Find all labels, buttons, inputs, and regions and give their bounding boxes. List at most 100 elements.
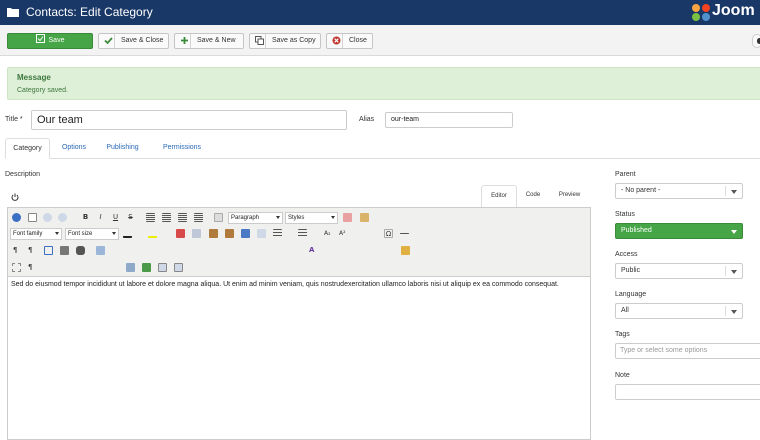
select-divider (725, 186, 726, 196)
page-title: Contacts: Edit Category (26, 5, 153, 19)
note-label: Note (615, 372, 630, 379)
fullscreen-icon[interactable] (44, 246, 53, 255)
alias-label: Alias (359, 116, 375, 123)
success-message: Message Category saved. (7, 67, 760, 100)
format-select-value: Paragraph (231, 215, 260, 221)
tab-publishing[interactable]: Publishing (99, 138, 146, 159)
save-new-label: Save & New (197, 37, 236, 44)
close-label: Close (349, 37, 367, 44)
message-text: Category saved. (17, 87, 68, 94)
chevron-down-icon (55, 232, 59, 235)
template-icon[interactable] (401, 246, 410, 255)
redo-icon[interactable] (58, 213, 67, 222)
underline-icon[interactable]: U (111, 213, 120, 222)
insert-image-icon[interactable] (126, 263, 135, 272)
text-color-icon[interactable] (123, 229, 132, 238)
clean-up-icon[interactable] (360, 213, 369, 222)
options-button[interactable] (752, 34, 760, 48)
media-icon[interactable] (158, 263, 167, 272)
header-bar: Contacts: Edit Category Joom (0, 0, 760, 25)
show-blocks-icon[interactable]: ¶ (28, 263, 37, 272)
align-justify-icon[interactable] (194, 213, 203, 222)
font-size-select[interactable]: Font size (65, 228, 119, 240)
tab-code[interactable]: Code (517, 185, 549, 207)
save-copy-label: Save as Copy (272, 37, 316, 44)
chevron-down-icon (731, 270, 737, 274)
paste-icon[interactable] (209, 229, 218, 238)
title-label: Title * (5, 116, 23, 123)
font-family-select[interactable]: Font family (10, 228, 62, 240)
paste-text-icon[interactable] (225, 229, 234, 238)
horizontal-rule-icon[interactable] (400, 233, 409, 234)
select-divider (725, 306, 726, 316)
tags-label: Tags (615, 331, 630, 338)
tab-category[interactable]: Category (5, 138, 50, 159)
help-icon[interactable] (12, 213, 21, 222)
copy-text-icon[interactable] (192, 229, 201, 238)
chevron-down-icon (331, 216, 335, 219)
highlight-color-icon[interactable] (148, 229, 157, 238)
close-button[interactable]: Close (326, 33, 373, 49)
access-select[interactable]: Public (615, 263, 743, 279)
styles-select[interactable]: Styles (285, 212, 338, 224)
button-separator (342, 34, 343, 48)
undo-icon[interactable] (43, 213, 52, 222)
ltr-icon[interactable]: ¶ (13, 246, 22, 255)
save-copy-button[interactable]: Save as Copy (249, 33, 321, 49)
editor-content[interactable]: Sed do eiusmod tempor incididunt ut labo… (11, 280, 586, 289)
power-icon[interactable] (11, 193, 19, 201)
print-icon[interactable] (60, 246, 69, 255)
visual-aid-icon[interactable] (12, 263, 21, 272)
strikethrough-icon[interactable]: S (126, 213, 135, 222)
table-icon[interactable] (96, 246, 105, 255)
search-replace-icon[interactable] (257, 229, 266, 238)
title-input[interactable]: Our team (31, 110, 347, 130)
superscript-icon[interactable]: A² (339, 229, 348, 238)
parent-select[interactable]: - No parent - (615, 183, 743, 199)
eraser-icon[interactable] (343, 213, 352, 222)
char-map-icon[interactable]: Ω (384, 229, 393, 238)
chevron-down-icon (276, 216, 280, 219)
save-close-button[interactable]: Save & Close (98, 33, 169, 49)
tab-options[interactable]: Options (55, 138, 93, 159)
code-sample-icon[interactable] (174, 263, 183, 272)
description-label: Description (5, 171, 41, 178)
paste-word-icon[interactable] (241, 229, 250, 238)
note-input[interactable] (615, 384, 760, 400)
anchor-icon[interactable]: A (309, 246, 318, 255)
italic-icon[interactable]: I (96, 213, 105, 222)
close-icon (332, 36, 341, 45)
button-separator (265, 34, 266, 48)
bold-icon[interactable]: B (81, 213, 90, 222)
align-right-icon[interactable] (178, 213, 187, 222)
joomla-logo-text: Joom (712, 2, 755, 19)
save-new-button[interactable]: Save & New (174, 33, 244, 49)
status-select[interactable]: Published (615, 223, 743, 239)
align-left-icon[interactable] (146, 213, 155, 222)
tab-permissions[interactable]: Permissions (153, 138, 211, 159)
message-heading: Message (17, 73, 51, 82)
format-select[interactable]: Paragraph (228, 212, 283, 224)
align-center-icon[interactable] (162, 213, 171, 222)
search-icon[interactable] (76, 246, 85, 255)
save-button[interactable]: Save (7, 33, 93, 49)
alias-input[interactable]: our-team (385, 112, 513, 128)
tags-input[interactable]: Type or select some options (615, 343, 760, 359)
bullet-list-icon[interactable] (273, 229, 282, 238)
tab-editor[interactable]: Editor (481, 185, 517, 207)
blockquote-icon[interactable] (214, 213, 223, 222)
editor-toolbar: B I U S Paragraph Styles Font family Fon… (8, 208, 590, 277)
new-document-icon[interactable] (28, 213, 37, 222)
tab-preview[interactable]: Preview (549, 185, 590, 207)
copy-icon (255, 36, 264, 45)
access-value: Public (621, 267, 641, 274)
rtl-icon[interactable]: ¶ (28, 246, 37, 255)
styles-select-value: Styles (288, 215, 305, 221)
language-select[interactable]: All (615, 303, 743, 319)
numbered-list-icon[interactable] (298, 229, 307, 238)
status-label: Status (615, 211, 635, 218)
tab-bar: Category Options Publishing Permissions (5, 138, 760, 159)
subscript-icon[interactable]: A₂ (324, 229, 333, 238)
cut-icon[interactable] (176, 229, 185, 238)
spellcheck-icon[interactable] (142, 263, 151, 272)
